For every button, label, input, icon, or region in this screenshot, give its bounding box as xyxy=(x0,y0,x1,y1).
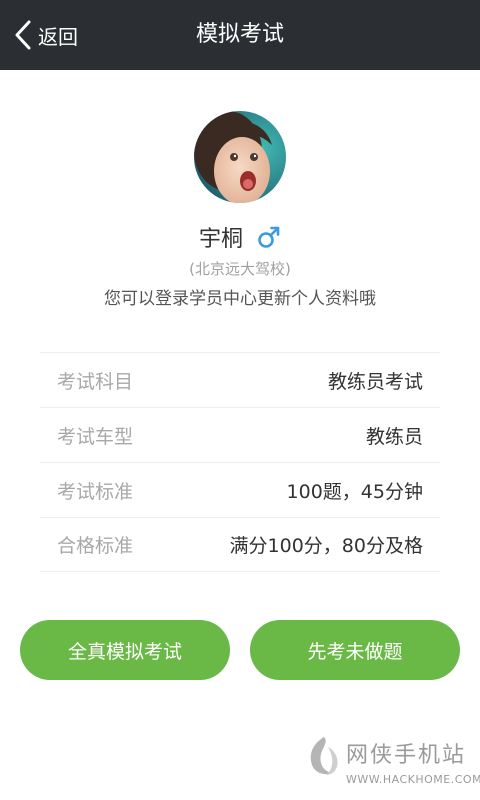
info-value: 教练员 xyxy=(365,425,423,448)
practice-unanswered-button[interactable]: 先考未做题 xyxy=(250,620,460,680)
info-label: 考试车型 xyxy=(57,425,134,448)
full-exam-button[interactable]: 全真模拟考试 xyxy=(20,620,230,680)
top-bar: 返回 模拟考试 xyxy=(0,0,480,70)
back-label: 返回 xyxy=(38,24,78,49)
hackhome-logo-icon xyxy=(310,737,338,775)
profile-name-row: 宇桐 xyxy=(0,219,480,255)
info-row-vehicle: 考试车型 教练员 xyxy=(40,407,440,462)
avatar-photo xyxy=(194,111,286,203)
info-value: 满分100分，80分及格 xyxy=(229,535,423,557)
school-name: (北京远大驾校) xyxy=(189,260,291,278)
chevron-left-icon xyxy=(15,20,31,50)
back-button[interactable]: 返回 xyxy=(14,17,78,53)
info-label: 考试科目 xyxy=(57,370,134,393)
avatar xyxy=(194,111,286,203)
exam-info-list: 考试科目 教练员考试 考试车型 教练员 考试标准 100题，45分钟 合格标准 … xyxy=(40,352,440,572)
student-name: 宇桐 xyxy=(198,227,243,252)
info-value: 100题，45分钟 xyxy=(286,480,423,503)
profile-hint: 您可以登录学员中心更新个人资料哦 xyxy=(104,289,376,309)
watermark-url: WWW.HACKHOME.COM xyxy=(346,773,480,786)
info-value: 教练员考试 xyxy=(327,370,423,393)
info-label: 考试标准 xyxy=(57,480,134,503)
watermark: 网侠手机站 WWW.HACKHOME.COM xyxy=(306,733,480,795)
watermark-name: 网侠手机站 xyxy=(346,743,467,768)
male-icon xyxy=(258,226,280,248)
info-label: 合格标准 xyxy=(57,535,134,557)
info-row-subject: 考试科目 教练员考试 xyxy=(40,352,440,407)
info-row-standard: 考试标准 100题，45分钟 xyxy=(40,462,440,517)
info-row-pass: 合格标准 满分100分，80分及格 xyxy=(40,517,440,572)
